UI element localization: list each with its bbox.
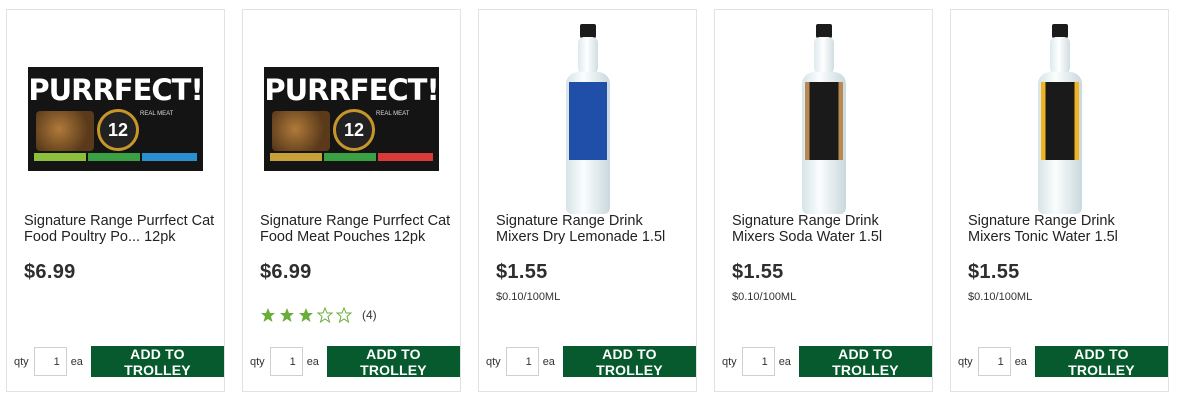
quantity-input[interactable] — [977, 347, 1011, 376]
ea-label: ea — [306, 355, 319, 368]
star-empty-icon — [316, 307, 334, 323]
product-title[interactable]: Signature Range Purrfect Cat Food Poultr… — [24, 213, 216, 245]
box-count-badge: 12 — [333, 109, 375, 151]
box-brand-text: PURRFECT! — [28, 73, 203, 107]
ea-label: ea — [1014, 355, 1027, 368]
box-brand-text: PURRFECT! — [264, 73, 439, 107]
star-rating[interactable]: (4) — [260, 307, 377, 323]
qty-label: qty — [14, 355, 29, 368]
cat-photo — [36, 111, 94, 151]
bottle-image — [801, 24, 846, 214]
product-image[interactable] — [961, 24, 1158, 214]
product-price: $1.55 — [732, 261, 784, 283]
add-to-trolley-button[interactable]: ADD TO TROLLEY — [1034, 346, 1168, 378]
bottle-label — [1040, 82, 1079, 160]
add-to-trolley-button[interactable]: ADD TO TROLLEY — [562, 346, 696, 378]
cat-food-box-image: PURRFECT! 12 REAL MEAT — [264, 67, 439, 171]
unit-price: $0.10/100ML — [732, 291, 797, 303]
star-empty-icon — [335, 307, 352, 323]
product-image[interactable]: PURRFECT! 12 REAL MEAT — [17, 24, 214, 214]
ea-label: ea — [542, 355, 555, 368]
quantity-input[interactable] — [741, 347, 775, 376]
star-filled-icon — [299, 308, 313, 322]
product-image[interactable] — [725, 24, 922, 214]
bottle-label — [568, 82, 607, 160]
star-filled-icon — [261, 308, 275, 322]
product-price: $1.55 — [496, 261, 548, 283]
bottle-label — [804, 82, 843, 160]
quantity-input[interactable] — [33, 347, 67, 376]
product-price: $1.55 — [968, 261, 1020, 283]
box-small-text: REAL MEAT — [140, 111, 174, 117]
star-filled-icon — [280, 308, 294, 322]
add-to-trolley-button[interactable]: ADD TO TROLLEY — [798, 346, 932, 378]
box-count-badge: 12 — [97, 109, 139, 151]
cat-food-box-image: PURRFECT! 12 REAL MEAT — [28, 67, 203, 171]
product-card: PURRFECT! 12 REAL MEAT Signature Range P… — [242, 9, 461, 392]
rating-stars-icon — [261, 307, 352, 323]
unit-price: $0.10/100ML — [968, 291, 1033, 303]
box-small-text: REAL MEAT — [376, 111, 410, 117]
product-card: PURRFECT! 12 REAL MEAT Signature Range P… — [6, 9, 225, 392]
qty-label: qty — [722, 355, 737, 368]
ea-label: ea — [778, 355, 791, 368]
add-to-trolley-button[interactable]: ADD TO TROLLEY — [90, 346, 224, 378]
quantity-row: qty ea ADD TO TROLLEY — [250, 346, 460, 378]
add-to-trolley-button[interactable]: ADD TO TROLLEY — [326, 346, 460, 378]
product-image[interactable]: PURRFECT! 12 REAL MEAT — [253, 24, 450, 214]
product-price: $6.99 — [24, 261, 76, 283]
product-image[interactable] — [489, 24, 686, 214]
ea-label: ea — [70, 355, 83, 368]
unit-price: $0.10/100ML — [496, 291, 561, 303]
bottle-image — [1037, 24, 1082, 214]
product-title[interactable]: Signature Range Drink Mixers Tonic Water… — [968, 213, 1160, 245]
rating-count[interactable]: (4) — [362, 308, 377, 322]
quantity-input[interactable] — [269, 347, 303, 376]
qty-label: qty — [486, 355, 501, 368]
product-title[interactable]: Signature Range Drink Mixers Soda Water … — [732, 213, 924, 245]
product-card: Signature Range Drink Mixers Soda Water … — [714, 9, 933, 392]
product-title[interactable]: Signature Range Drink Mixers Dry Lemonad… — [496, 213, 688, 245]
quantity-row: qty ea ADD TO TROLLEY — [722, 346, 932, 378]
bottle-image — [565, 24, 610, 214]
quantity-row: qty ea ADD TO TROLLEY — [486, 346, 696, 378]
quantity-row: qty ea ADD TO TROLLEY — [958, 346, 1168, 378]
product-card: Signature Range Drink Mixers Tonic Water… — [950, 9, 1169, 392]
qty-label: qty — [250, 355, 265, 368]
cat-photo — [272, 111, 330, 151]
qty-label: qty — [958, 355, 973, 368]
quantity-input[interactable] — [505, 347, 539, 376]
product-price: $6.99 — [260, 261, 312, 283]
product-card: Signature Range Drink Mixers Dry Lemonad… — [478, 9, 697, 392]
quantity-row: qty ea ADD TO TROLLEY — [14, 346, 224, 378]
product-title[interactable]: Signature Range Purrfect Cat Food Meat P… — [260, 213, 452, 245]
